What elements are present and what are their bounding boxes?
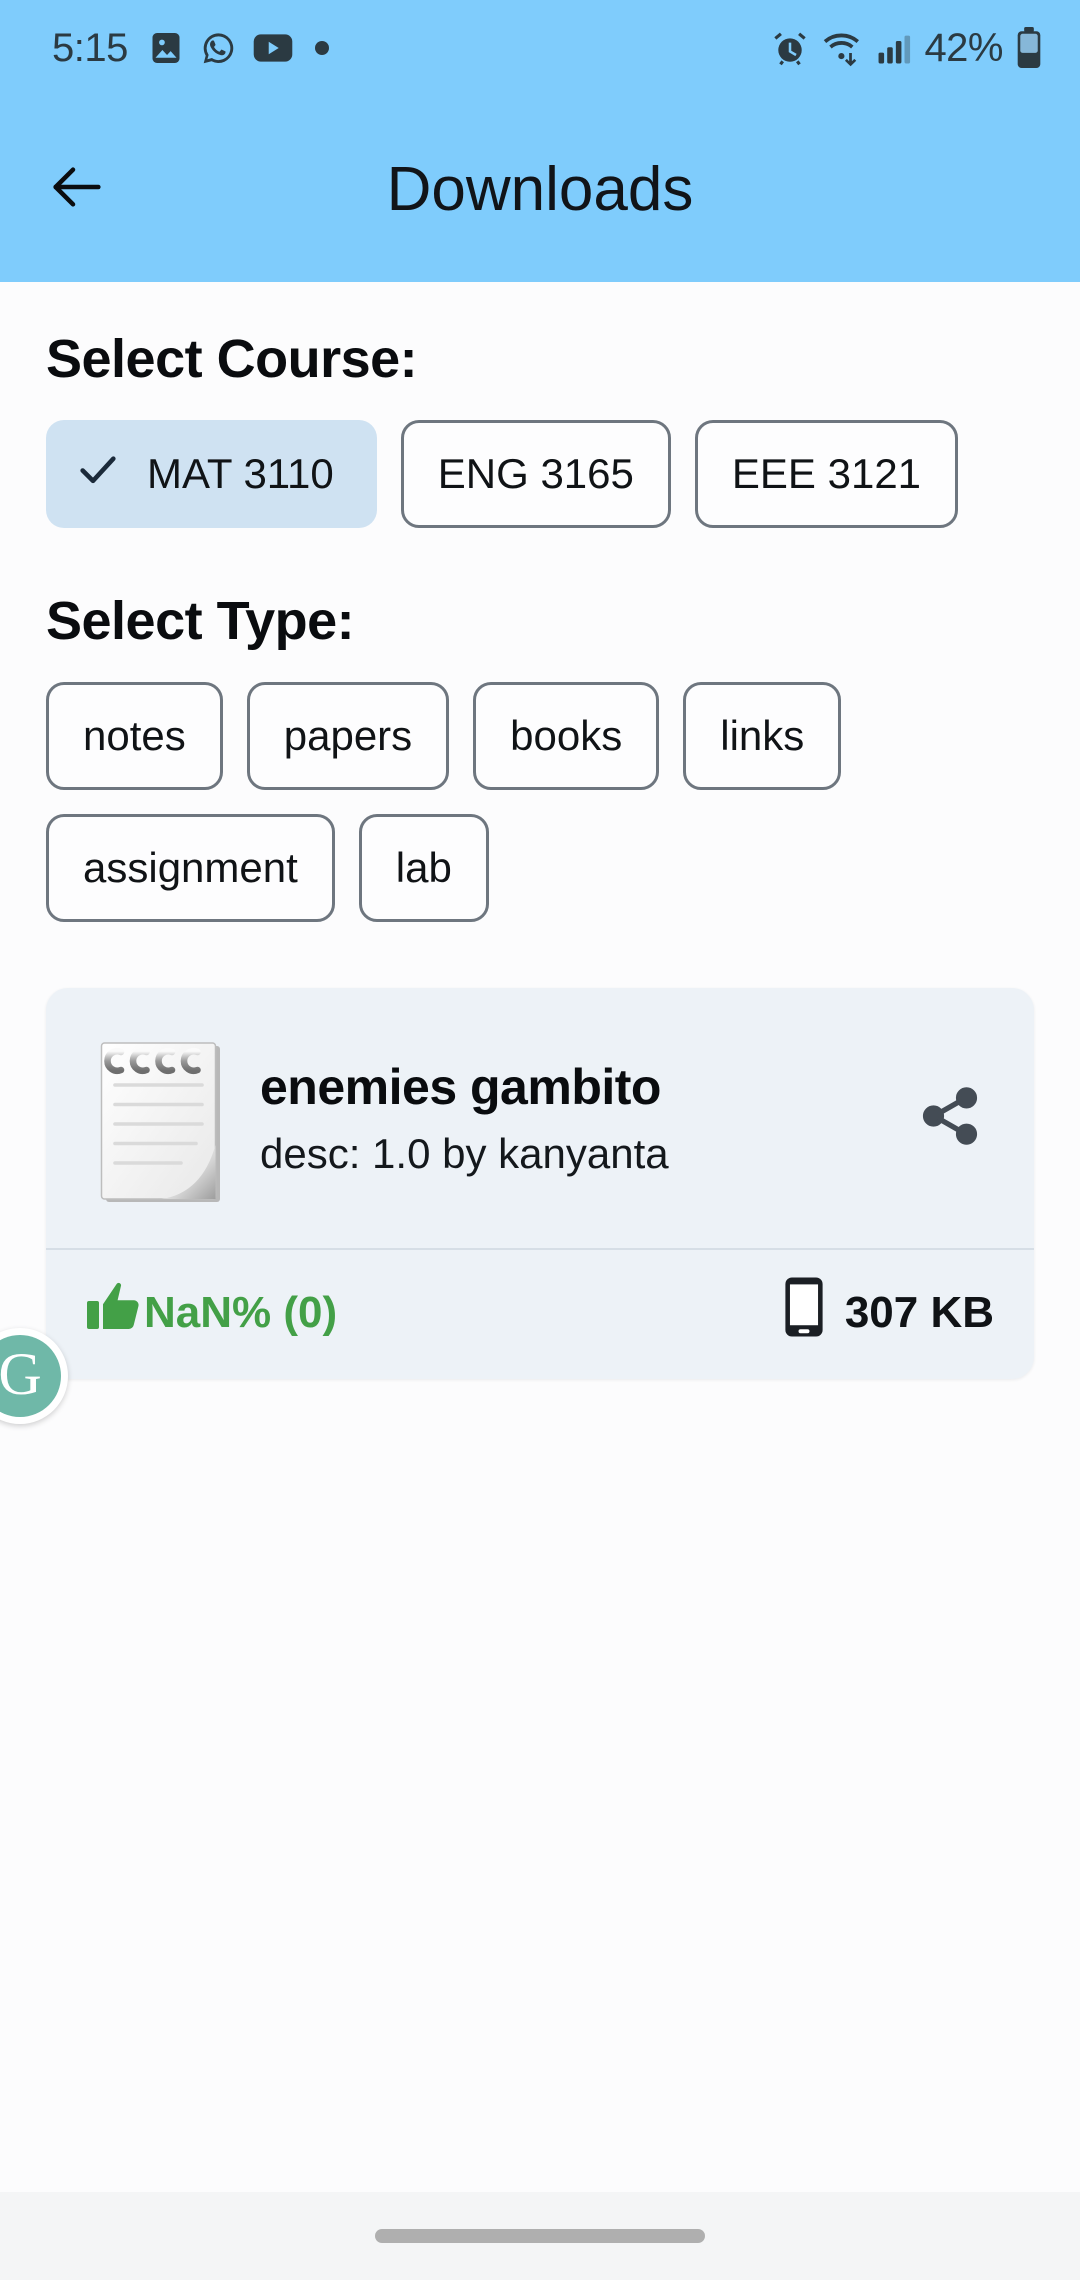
type-chip-label: notes (83, 712, 186, 759)
type-chip-links[interactable]: links (683, 682, 842, 790)
course-section-heading: Select Course: (46, 329, 418, 389)
status-bar: 5:15 42% (0, 0, 1080, 96)
course-chip-label: ENG 3165 (437, 450, 634, 497)
share-icon (917, 1083, 983, 1154)
phone-icon (783, 1276, 825, 1349)
type-chip-label: lab (395, 844, 452, 891)
thumbs-up-icon (86, 1281, 142, 1344)
type-chip-group: notes papers books links assignment lab (46, 682, 1034, 922)
course-chip-eng-3165[interactable]: ENG 3165 (400, 420, 671, 528)
type-chip-notes[interactable]: notes (46, 682, 223, 790)
arrow-left-icon (45, 155, 109, 224)
photo-icon (148, 30, 184, 66)
grammarly-g-icon: G (0, 1335, 61, 1417)
signal-icon (877, 31, 911, 65)
download-title: enemies gambito (260, 1059, 661, 1115)
download-card-body: enemies gambito desc: 1.0 by kanyanta (46, 988, 1034, 1248)
type-chip-label: assignment (83, 844, 298, 891)
course-chip-mat-3110[interactable]: MAT 3110 (46, 420, 377, 528)
course-chip-eee-3121[interactable]: EEE 3121 (694, 420, 959, 528)
page-title: Downloads (386, 154, 694, 224)
status-bar-right: 42% (771, 26, 1042, 71)
spiral-notepad-icon (88, 1028, 238, 1208)
status-bar-left: 5:15 (52, 26, 329, 71)
course-chip-label: EEE 3121 (731, 450, 922, 497)
status-time: 5:15 (52, 25, 128, 70)
course-chip-group: MAT 3110 ENG 3165 EEE 3121 (46, 420, 1034, 528)
file-size-label: 307 KB (844, 1287, 994, 1337)
app-bar: Downloads (0, 96, 1080, 282)
type-section-heading: Select Type: (46, 591, 355, 651)
type-chip-books[interactable]: books (473, 682, 660, 790)
rating-label: NaN% (0) (144, 1287, 338, 1337)
type-chip-label: links (720, 712, 805, 759)
home-gesture-pill[interactable] (375, 2229, 705, 2243)
battery-percent-label: 42% (924, 25, 1003, 70)
whatsapp-icon (200, 30, 237, 67)
main-content: Select Course: MAT 3110 ENG 3165 EEE 312… (0, 328, 1080, 2280)
check-icon (75, 446, 121, 502)
wifi-icon (822, 29, 864, 67)
download-card-text: enemies gambito desc: 1.0 by kanyanta (260, 1058, 892, 1178)
dot-indicator-icon (314, 41, 329, 55)
course-chip-label: MAT 3110 (147, 450, 334, 497)
battery-icon (1016, 27, 1042, 69)
share-button[interactable] (902, 1070, 998, 1166)
type-chip-label: books (510, 712, 623, 759)
alarm-icon (771, 29, 809, 67)
back-button[interactable] (22, 155, 132, 224)
gesture-nav-bar (0, 2192, 1080, 2280)
download-card[interactable]: enemies gambito desc: 1.0 by kanyanta Na… (46, 988, 1034, 1379)
youtube-icon (253, 33, 293, 63)
type-chip-label: papers (283, 712, 413, 759)
type-chip-papers[interactable]: papers (246, 682, 450, 790)
type-chip-lab[interactable]: lab (358, 814, 489, 922)
rating-button[interactable]: NaN% (0) (86, 1281, 337, 1344)
file-size-info: 307 KB (783, 1276, 994, 1349)
type-chip-assignment[interactable]: assignment (46, 814, 335, 922)
download-card-footer: NaN% (0) 307 KB (46, 1248, 1034, 1379)
download-subtitle: desc: 1.0 by kanyanta (260, 1130, 669, 1177)
